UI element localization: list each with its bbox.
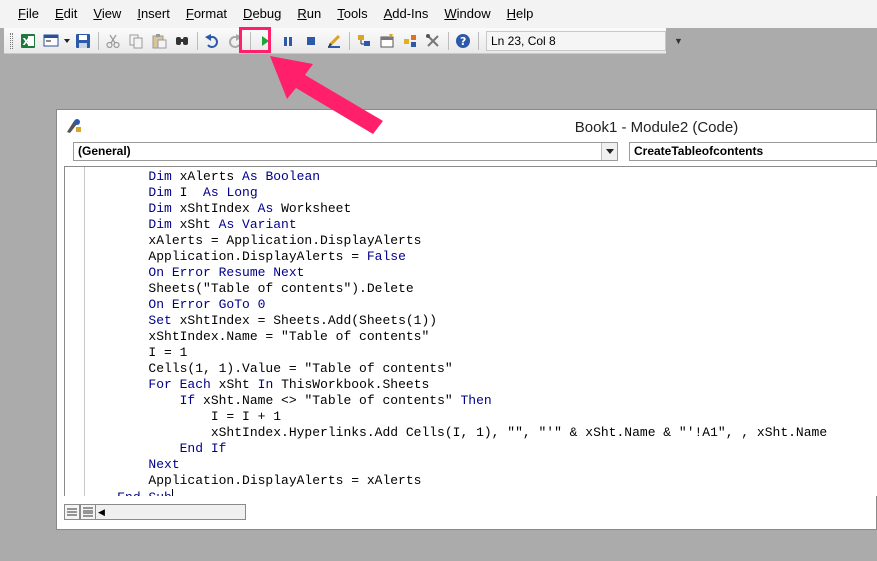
code-line: Application.DisplayAlerts = False <box>86 249 406 264</box>
redo-icon[interactable] <box>224 30 246 52</box>
code-window-title: Book1 - Module2 (Code) <box>574 119 739 136</box>
break-icon[interactable] <box>277 30 299 52</box>
code-line: Next <box>148 457 180 472</box>
properties-icon[interactable] <box>376 30 398 52</box>
toolbar-separator <box>349 31 350 50</box>
object-dropdown-value: (General) <box>78 144 131 158</box>
code-line: Set xShtIndex = Sheets.Add(Sheets(1)) <box>148 313 438 328</box>
menu-format[interactable]: Format <box>178 0 235 28</box>
menu-edit[interactable]: Edit <box>47 0 85 28</box>
menu-bar: File Edit View Insert Format Debug Run Tools Add… <box>0 0 877 28</box>
undo-icon[interactable] <box>201 30 223 52</box>
horizontal-scrollbar[interactable]: ◀ <box>96 504 246 520</box>
help-icon[interactable]: ? <box>452 30 474 52</box>
insert-userform-icon[interactable] <box>40 30 62 52</box>
code-line: On Error Resume Next <box>148 265 305 280</box>
text-cursor <box>171 489 173 496</box>
code-line: Dim xShtIndex As Worksheet <box>148 201 352 216</box>
excel-icon[interactable]: X <box>17 30 39 52</box>
scroll-left-icon[interactable]: ◀ <box>98 507 105 518</box>
code-editor[interactable]: Dim xAlerts As Boolean Dim I As Long Dim… <box>64 166 877 496</box>
chevron-down-icon[interactable] <box>601 143 617 160</box>
toolbar-separator <box>250 31 251 50</box>
object-dropdown[interactable]: (General) <box>73 142 618 161</box>
code-margin[interactable] <box>65 167 85 496</box>
code-line: Sheets("Table of contents").Delete <box>86 281 414 296</box>
toolbar-separator <box>98 31 99 50</box>
standard-toolbar: X ? Ln 23, Col 8 ▼ <box>0 28 877 54</box>
procedure-dropdown-value: CreateTableofcontents <box>634 144 764 158</box>
code-lines: Dim xAlerts As Boolean Dim I As Long Dim… <box>86 169 827 496</box>
toolbar-strip: X ? Ln 23, Col 8 ▼ <box>4 28 683 54</box>
object-browser-icon[interactable] <box>399 30 421 52</box>
menu-file[interactable]: File <box>10 0 47 28</box>
save-icon[interactable] <box>72 30 94 52</box>
toolbar-separator <box>478 31 479 50</box>
toolbar-grip[interactable] <box>10 32 13 49</box>
code-line: End If <box>179 441 227 456</box>
cut-icon[interactable] <box>102 30 124 52</box>
code-line: Dim xSht As Variant <box>148 217 297 232</box>
code-line: For Each xSht In ThisWorkbook.Sheets <box>148 377 430 392</box>
code-line: End Sub <box>86 489 827 496</box>
menu-insert[interactable]: Insert <box>129 0 178 28</box>
cursor-position-display: Ln 23, Col 8 <box>486 30 666 51</box>
code-line: Dim xAlerts As Boolean <box>148 169 321 184</box>
code-line: Application.DisplayAlerts = xAlerts <box>86 473 422 488</box>
toolbar-separator <box>448 31 449 50</box>
code-window-dropdowns: (General) CreateTableofcontents <box>71 140 877 162</box>
toolbar-options-icon[interactable]: ▼ <box>674 36 683 46</box>
menu-help[interactable]: Help <box>499 0 542 28</box>
find-icon[interactable] <box>171 30 193 52</box>
dropdown-arrow-icon[interactable] <box>63 30 71 52</box>
design-mode-icon[interactable] <box>323 30 345 52</box>
menu-tools[interactable]: Tools <box>329 0 375 28</box>
svg-text:X: X <box>23 37 31 48</box>
procedure-view-icon[interactable] <box>64 504 80 520</box>
menu-debug[interactable]: Debug <box>235 0 289 28</box>
toolbox-icon[interactable] <box>422 30 444 52</box>
code-window-title-bar[interactable]: Book1 - Module2 (Code) <box>57 110 876 143</box>
code-line: xShtIndex.Hyperlinks.Add Cells(I, 1), ""… <box>86 425 828 440</box>
code-line: xShtIndex.Name = "Table of contents" <box>86 329 430 344</box>
menu-window[interactable]: Window <box>436 0 498 28</box>
paste-icon[interactable] <box>148 30 170 52</box>
code-line: I = I + 1 <box>86 409 282 424</box>
code-line: Dim I As Long <box>148 185 258 200</box>
svg-text:?: ? <box>460 35 466 48</box>
reset-icon[interactable] <box>300 30 322 52</box>
code-line: On Error GoTo 0 <box>148 297 266 312</box>
menu-view[interactable]: View <box>85 0 129 28</box>
code-line: I = 1 <box>86 345 188 360</box>
code-line: If xSht.Name <> "Table of contents" Then <box>179 393 492 408</box>
copy-icon[interactable] <box>125 30 147 52</box>
project-explorer-icon[interactable] <box>353 30 375 52</box>
full-module-view-icon[interactable] <box>80 504 96 520</box>
menu-run[interactable]: Run <box>289 0 329 28</box>
toolbar-separator <box>197 31 198 50</box>
code-window-bottom-bar: ◀ <box>64 504 250 520</box>
code-line: Cells(1, 1).Value = "Table of contents" <box>86 361 453 376</box>
code-window: Book1 - Module2 (Code) (General) CreateT… <box>56 109 877 530</box>
procedure-dropdown[interactable]: CreateTableofcontents <box>629 142 877 161</box>
run-icon[interactable] <box>254 30 276 52</box>
menu-add-ins[interactable]: Add-Ins <box>376 0 437 28</box>
code-line: xAlerts = Application.DisplayAlerts <box>86 233 422 248</box>
